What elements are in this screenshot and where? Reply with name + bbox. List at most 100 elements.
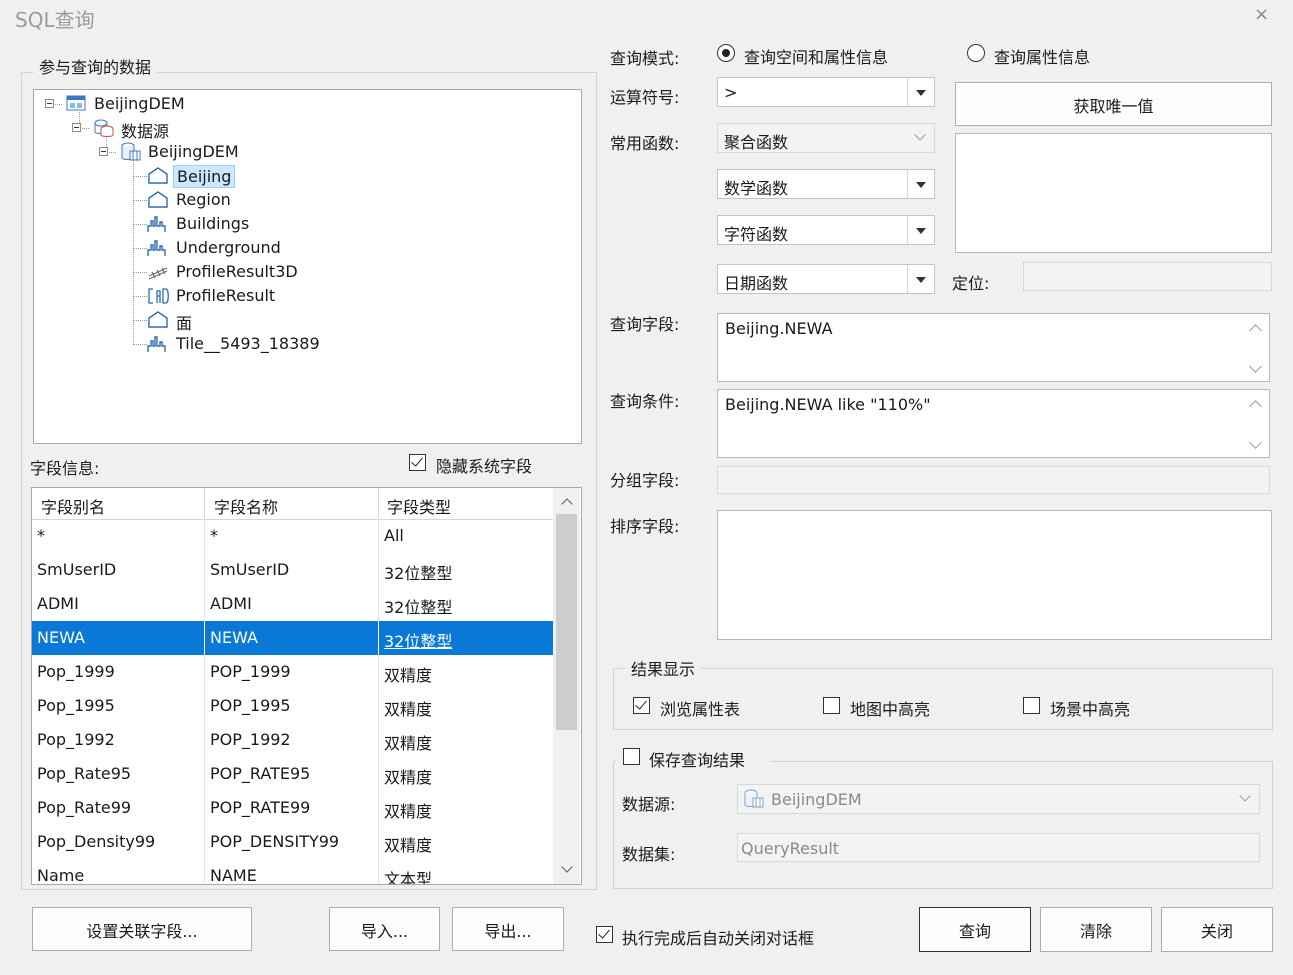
auto-close-checkbox[interactable]: 执行完成后自动关闭对话框: [596, 925, 836, 948]
column-header-name[interactable]: 字段名称: [214, 494, 278, 518]
save-result-checkbox[interactable]: 保存查询结果: [616, 746, 770, 770]
table-row[interactable]: Pop_1992 POP_1992 双精度: [32, 723, 553, 757]
table-row[interactable]: Pop_Rate99 POP_RATE99 双精度: [32, 791, 553, 825]
clear-button[interactable]: 清除: [1040, 907, 1152, 952]
table-cell: 双精度: [384, 836, 433, 855]
group-field-input[interactable]: [717, 466, 1270, 494]
table-row[interactable]: ADMI ADMI 32位整型: [32, 587, 553, 621]
checkbox-box[interactable]: [623, 748, 640, 765]
chevron-down-icon[interactable]: [907, 170, 934, 198]
button-label: 清除: [1079, 922, 1112, 941]
query-field-input[interactable]: Beijing.NEWA: [717, 313, 1270, 382]
table-cell: NEWA: [210, 628, 258, 647]
table-row[interactable]: Name NAME 文本型: [32, 859, 553, 885]
scroll-up-icon[interactable]: [559, 494, 575, 510]
field-grid[interactable]: 字段别名 字段名称 字段类型 * * All SmUserID SmUserID 32位整…: [31, 487, 582, 885]
checkbox-label: 执行完成后自动关闭对话框: [622, 929, 815, 948]
table-cell: POP_DENSITY99: [210, 832, 340, 851]
collapse-icon[interactable]: [72, 123, 81, 132]
locate-input[interactable]: [1023, 262, 1272, 291]
table-cell: POP_1995: [210, 696, 291, 715]
scroll-down-icon[interactable]: [1248, 438, 1262, 452]
export-button[interactable]: 导出...: [452, 907, 564, 951]
table-cell: Pop_Density99: [37, 832, 156, 851]
condition-input[interactable]: Beijing.NEWA like "110%": [717, 389, 1270, 458]
close-icon[interactable]: ×: [1254, 4, 1269, 25]
chevron-down-icon[interactable]: [907, 216, 934, 244]
fields-info-label: 字段信息:: [30, 459, 100, 478]
checkbox-label: 浏览属性表: [660, 700, 741, 719]
radio-button[interactable]: [717, 44, 735, 62]
datasource-icon: [743, 789, 765, 809]
mode-spatial-radio[interactable]: 查询空间和属性信息: [717, 44, 917, 67]
table-row[interactable]: Pop_Density99 POP_DENSITY99 双精度: [32, 825, 553, 859]
table-cell: NAME: [210, 866, 257, 885]
datasource-select[interactable]: BeijingDEM: [737, 784, 1260, 814]
unique-values-list[interactable]: [955, 133, 1272, 253]
map-highlight-checkbox[interactable]: 地图中高亮: [823, 696, 963, 719]
radio-label: 查询属性信息: [994, 48, 1091, 67]
checkbox-box[interactable]: [823, 697, 840, 714]
scroll-up-icon[interactable]: [1248, 322, 1262, 336]
dataset-input[interactable]: QueryResult: [737, 833, 1260, 862]
table-row[interactable]: Pop_1995 POP_1995 双精度: [32, 689, 553, 723]
table-cell: *: [37, 526, 45, 545]
table-cell: ADMI: [37, 594, 79, 613]
chevron-down-icon[interactable]: [908, 124, 934, 152]
table-cell: POP_RATE95: [210, 764, 311, 783]
set-relation-fields-button[interactable]: 设置关联字段...: [32, 907, 252, 951]
hide-system-fields-checkbox[interactable]: 隐藏系统字段: [409, 453, 549, 476]
import-button[interactable]: 导入...: [329, 907, 440, 951]
column-header-type[interactable]: 字段类型: [387, 494, 451, 518]
scroll-up-icon[interactable]: [1248, 398, 1262, 412]
date-function-select[interactable]: 日期函数: [717, 264, 935, 294]
checkbox-label: 场景中高亮: [1050, 700, 1131, 719]
sort-field-input[interactable]: [717, 510, 1272, 640]
query-button[interactable]: 查询: [919, 907, 1031, 952]
table-row[interactable]: Pop_1999 POP_1999 双精度: [32, 655, 553, 689]
tree-node-label: 面: [176, 314, 193, 333]
table-cell: 32位整型: [384, 632, 453, 651]
checkbox-box[interactable]: [633, 697, 650, 714]
column-header-alias[interactable]: 字段别名: [41, 494, 105, 518]
scroll-down-icon[interactable]: [1248, 362, 1262, 376]
table-row[interactable]: NEWA NEWA 32位整型: [32, 621, 553, 655]
checkbox-box[interactable]: [409, 454, 426, 471]
table-cell: NEWA: [37, 628, 85, 647]
grid-scrollbar[interactable]: [553, 488, 580, 884]
chevron-down-icon[interactable]: [1233, 785, 1259, 813]
locate-label: 定位:: [952, 274, 990, 293]
table-cell: Pop_1992: [37, 730, 115, 749]
chevron-down-icon[interactable]: [907, 78, 934, 106]
chevron-down-icon[interactable]: [907, 265, 934, 293]
table-row[interactable]: Pop_Rate95 POP_RATE95 双精度: [32, 757, 553, 791]
operator-select[interactable]: >: [717, 77, 935, 107]
close-button[interactable]: 关闭: [1161, 907, 1273, 952]
collapse-icon[interactable]: [99, 147, 108, 156]
browse-table-checkbox[interactable]: 浏览属性表: [633, 696, 773, 719]
collapse-icon[interactable]: [45, 99, 54, 108]
scroll-down-icon[interactable]: [559, 862, 575, 878]
table-row[interactable]: * * All: [32, 519, 553, 553]
scroll-thumb[interactable]: [556, 514, 577, 730]
datasources-icon: [93, 118, 115, 138]
region-dataset-icon: [147, 190, 169, 210]
condition-label: 查询条件:: [610, 392, 680, 411]
get-unique-values-button[interactable]: 获取唯一值: [955, 82, 1272, 126]
button-label: 查询: [958, 922, 991, 941]
string-function-select[interactable]: 字符函数: [717, 215, 935, 245]
mode-attribute-radio[interactable]: 查询属性信息: [967, 44, 1127, 67]
button-label: 导出...: [484, 922, 532, 941]
table-row[interactable]: SmUserID SmUserID 32位整型: [32, 553, 553, 587]
table-cell: POP_1999: [210, 662, 291, 681]
dataset-tree[interactable]: BeijingDEM 数据源 BeijingDEM Beijing Region…: [33, 89, 582, 444]
checkbox-label: 地图中高亮: [850, 700, 931, 719]
checkbox-box[interactable]: [1023, 697, 1040, 714]
scene-highlight-checkbox[interactable]: 场景中高亮: [1023, 696, 1163, 719]
radio-label: 查询空间和属性信息: [744, 48, 889, 67]
radio-button[interactable]: [967, 44, 985, 62]
select-value: BeijingDEM: [771, 790, 862, 809]
math-function-select[interactable]: 数学函数: [717, 169, 935, 199]
aggregate-function-select[interactable]: 聚合函数: [717, 123, 935, 153]
checkbox-box[interactable]: [596, 926, 613, 943]
